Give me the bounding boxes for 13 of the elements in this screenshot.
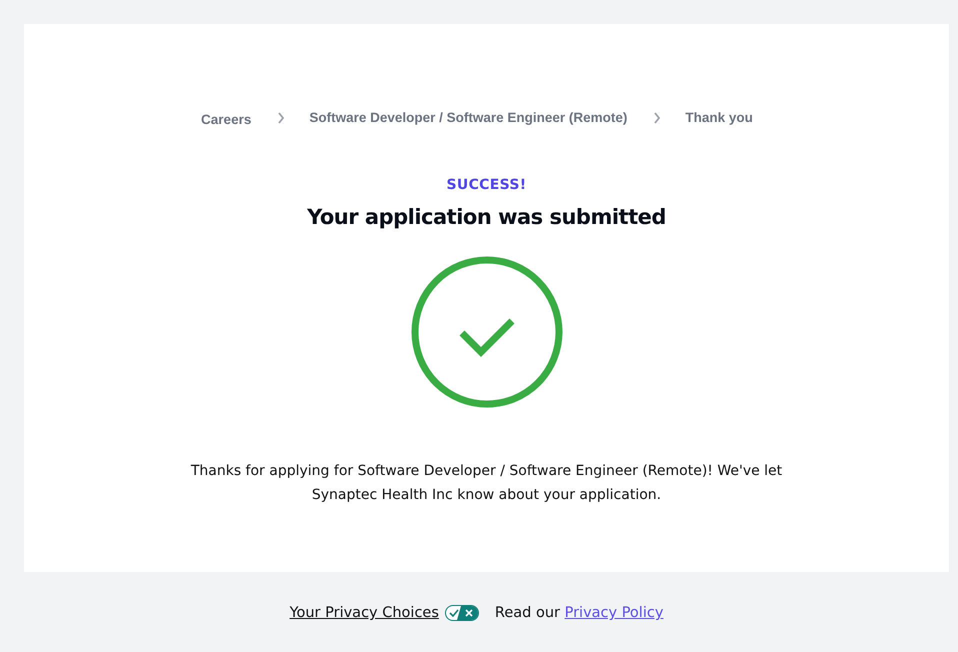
privacy-toggle-icon xyxy=(444,605,479,621)
page-heading: Your application was submitted xyxy=(307,205,666,229)
check-circle-icon xyxy=(410,255,564,409)
chevron-right-icon xyxy=(653,112,662,124)
breadcrumb-current: Thank you xyxy=(685,110,753,125)
privacy-policy-text: Read our Privacy Policy xyxy=(494,605,664,621)
success-label: SUCCESS! xyxy=(446,177,526,193)
privacy-policy-link[interactable]: Privacy Policy xyxy=(564,605,664,621)
breadcrumb-link[interactable]: Software Developer / Software Engineer (Remote) xyxy=(309,110,628,125)
breadcrumb-link[interactable]: Careers xyxy=(201,112,252,127)
confirmation-message: Thanks for applying for Software Developer / Software Engineer (Remote)! We've let Synaptec Health Inc know about your application. xyxy=(190,462,784,505)
privacy-choices-link[interactable]: Your Privacy Choices xyxy=(290,605,439,621)
chevron-right-icon xyxy=(277,112,286,124)
